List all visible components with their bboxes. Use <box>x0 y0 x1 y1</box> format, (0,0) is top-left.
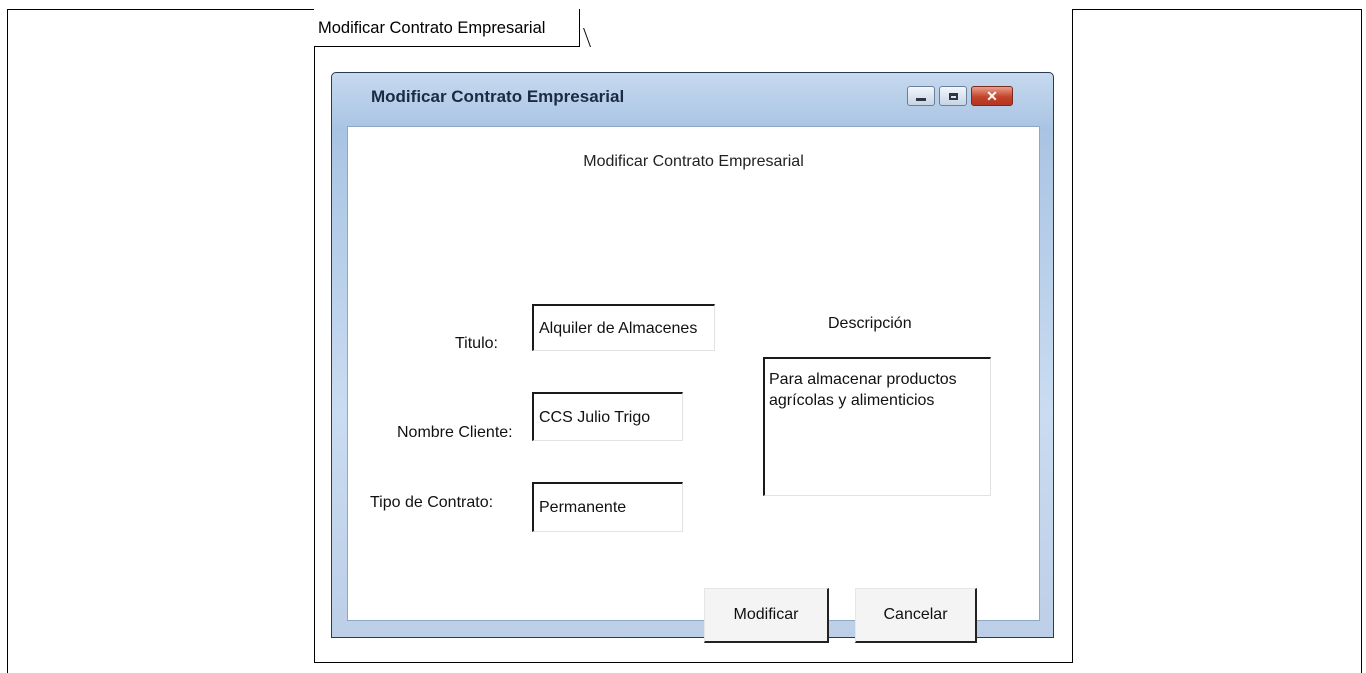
nombre-cliente-label: Nombre Cliente: <box>397 424 513 441</box>
tipo-contrato-field[interactable]: Permanente <box>532 482 683 532</box>
document-border-right <box>1361 9 1362 673</box>
tipo-contrato-label: Tipo de Contrato: <box>370 494 494 511</box>
dialog-client-area: Modificar Contrato Empresarial Titulo: A… <box>347 126 1040 643</box>
cancelar-button[interactable]: Cancelar <box>855 588 977 643</box>
titulo-label: Titulo: <box>455 335 498 352</box>
maximize-icon <box>948 92 958 100</box>
descripcion-textarea[interactable]: Para almacenar productos agrícolas y ali… <box>763 357 991 496</box>
mockup-tab-label: Modificar Contrato Empresarial <box>314 9 580 47</box>
maximize-button[interactable] <box>939 86 967 106</box>
window-title: Modificar Contrato Empresarial <box>371 87 625 106</box>
titulo-field[interactable]: Alquiler de Almacenes <box>532 304 715 351</box>
nombre-cliente-field[interactable]: CCS Julio Trigo <box>532 392 683 441</box>
close-icon: ✕ <box>986 88 998 104</box>
close-button[interactable]: ✕ <box>971 86 1013 106</box>
dialog-window: Modificar Contrato Empresarial ✕ Modific… <box>331 72 1054 643</box>
minimize-icon <box>916 97 926 101</box>
document-border-left <box>7 9 8 673</box>
minimize-button[interactable] <box>907 86 935 106</box>
modificar-button[interactable]: Modificar <box>704 588 829 643</box>
descripcion-label: Descripción <box>828 315 912 332</box>
form-heading: Modificar Contrato Empresarial <box>583 153 804 170</box>
